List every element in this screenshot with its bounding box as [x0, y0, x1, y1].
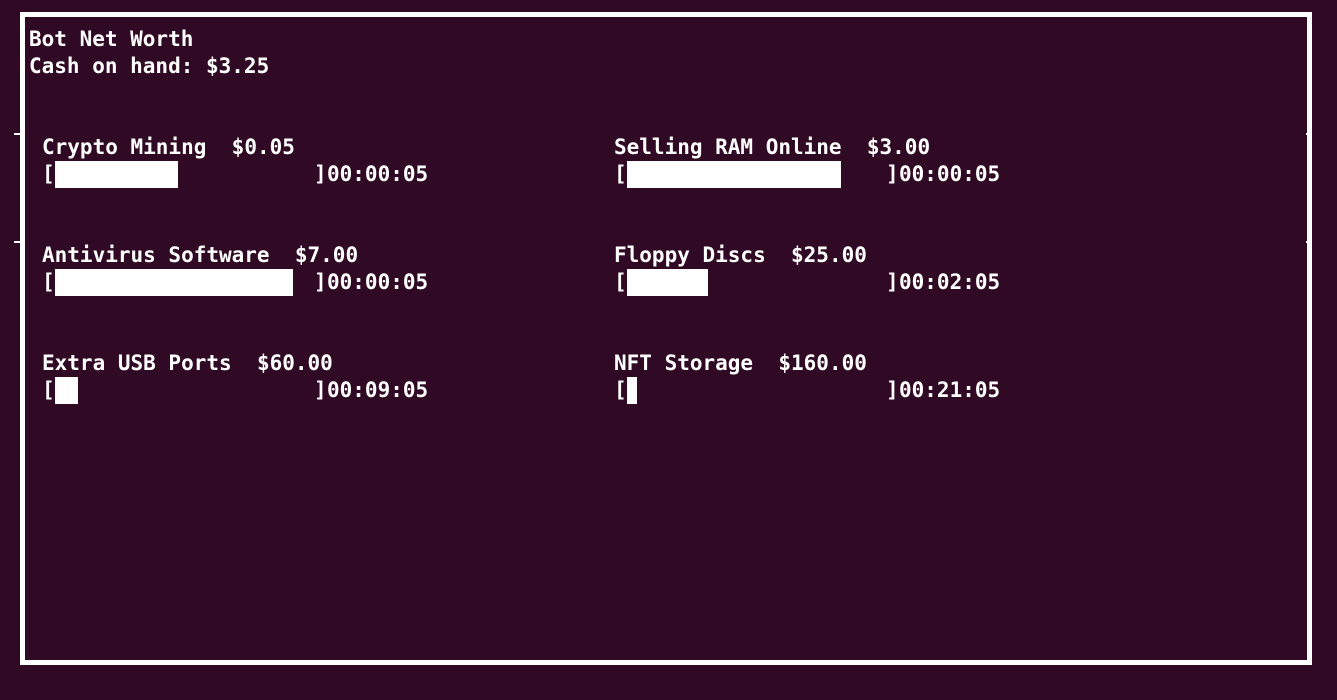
- item-crypto-mining[interactable]: Crypto Mining $0.05 [ ] 00:00:05: [42, 134, 602, 194]
- item-antivirus-software[interactable]: Antivirus Software $7.00 [ ] 00:00:05: [42, 242, 602, 302]
- progress-fill: [55, 377, 78, 404]
- frame-tick-right-1: [1306, 133, 1312, 135]
- item-timer: 00:00:05: [327, 162, 429, 186]
- item-title: Antivirus Software $7.00: [42, 243, 359, 267]
- progress-fill: [627, 161, 841, 188]
- progress-row: [ ] 00:00:05: [42, 269, 602, 296]
- bar-right-bracket: ]: [886, 162, 899, 186]
- progress-bar: [55, 269, 316, 296]
- bar-left-bracket: [: [42, 378, 55, 402]
- page-title: Bot Net Worth: [29, 27, 194, 51]
- progress-row: [ ] 00:09:05: [42, 377, 602, 404]
- progress-fill: [55, 269, 293, 296]
- item-title: Extra USB Ports $60.00: [42, 351, 333, 375]
- progress-bar: [627, 377, 888, 404]
- item-timer: 00:00:05: [899, 162, 1001, 186]
- progress-row: [ ] 00:00:05: [614, 161, 1174, 188]
- item-timer: 00:09:05: [327, 378, 429, 402]
- bar-right-bracket: ]: [314, 378, 327, 402]
- bar-right-bracket: ]: [886, 378, 899, 402]
- progress-row: [ ] 00:21:05: [614, 377, 1174, 404]
- item-timer: 00:00:05: [327, 270, 429, 294]
- item-timer: 00:02:05: [899, 270, 1001, 294]
- progress-fill: [627, 269, 708, 296]
- progress-bar: [627, 269, 888, 296]
- bar-left-bracket: [: [614, 378, 627, 402]
- progress-fill: [627, 377, 637, 404]
- bar-left-bracket: [: [42, 162, 55, 186]
- bar-left-bracket: [: [614, 162, 627, 186]
- item-title: NFT Storage $160.00: [614, 351, 867, 375]
- frame-tick-left-1: [14, 133, 20, 135]
- bar-left-bracket: [: [614, 270, 627, 294]
- item-nft-storage[interactable]: NFT Storage $160.00 [ ] 00:21:05: [614, 350, 1174, 410]
- bar-right-bracket: ]: [314, 162, 327, 186]
- item-title: Selling RAM Online $3.00: [614, 135, 931, 159]
- item-title: Floppy Discs $25.00: [614, 243, 867, 267]
- item-title: Crypto Mining $0.05: [42, 135, 295, 159]
- item-floppy-discs[interactable]: Floppy Discs $25.00 [ ] 00:02:05: [614, 242, 1174, 302]
- progress-bar: [55, 377, 316, 404]
- progress-row: [ ] 00:00:05: [42, 161, 602, 188]
- progress-bar: [627, 161, 888, 188]
- progress-row: [ ] 00:02:05: [614, 269, 1174, 296]
- bar-right-bracket: ]: [886, 270, 899, 294]
- item-timer: 00:21:05: [899, 378, 1001, 402]
- progress-bar: [55, 161, 316, 188]
- item-selling-ram-online[interactable]: Selling RAM Online $3.00 [ ] 00:00:05: [614, 134, 1174, 194]
- frame-tick-left-2: [14, 241, 20, 243]
- cash-on-hand: Cash on hand: $3.25: [29, 54, 270, 78]
- bar-right-bracket: ]: [314, 270, 327, 294]
- item-extra-usb-ports[interactable]: Extra USB Ports $60.00 [ ] 00:09:05: [42, 350, 602, 410]
- progress-fill: [55, 161, 178, 188]
- frame-tick-right-2: [1306, 241, 1312, 243]
- terminal-frame: [20, 12, 1312, 665]
- bar-left-bracket: [: [42, 270, 55, 294]
